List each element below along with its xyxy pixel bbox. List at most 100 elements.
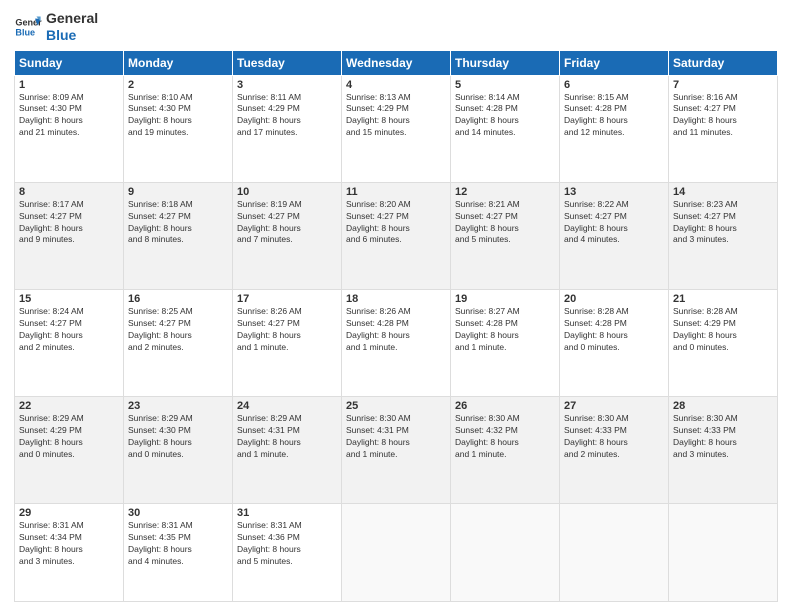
calendar-cell: 22Sunrise: 8:29 AM Sunset: 4:29 PM Dayli…: [15, 397, 124, 504]
day-info: Sunrise: 8:28 AM Sunset: 4:29 PM Dayligh…: [673, 306, 773, 354]
day-info: Sunrise: 8:25 AM Sunset: 4:27 PM Dayligh…: [128, 306, 228, 354]
day-number: 17: [237, 293, 337, 305]
calendar-cell: 28Sunrise: 8:30 AM Sunset: 4:33 PM Dayli…: [669, 397, 778, 504]
day-header-thursday: Thursday: [451, 50, 560, 75]
calendar-cell: 6Sunrise: 8:15 AM Sunset: 4:28 PM Daylig…: [560, 75, 669, 182]
day-info: Sunrise: 8:26 AM Sunset: 4:27 PM Dayligh…: [237, 306, 337, 354]
calendar-cell: 18Sunrise: 8:26 AM Sunset: 4:28 PM Dayli…: [342, 290, 451, 397]
day-info: Sunrise: 8:26 AM Sunset: 4:28 PM Dayligh…: [346, 306, 446, 354]
calendar-cell: 30Sunrise: 8:31 AM Sunset: 4:35 PM Dayli…: [124, 504, 233, 602]
day-number: 7: [673, 79, 773, 91]
calendar-cell: 1Sunrise: 8:09 AM Sunset: 4:30 PM Daylig…: [15, 75, 124, 182]
day-info: Sunrise: 8:29 AM Sunset: 4:29 PM Dayligh…: [19, 413, 119, 461]
calendar-cell: [669, 504, 778, 602]
day-number: 13: [564, 186, 664, 198]
calendar-cell: 15Sunrise: 8:24 AM Sunset: 4:27 PM Dayli…: [15, 290, 124, 397]
calendar-cell: 26Sunrise: 8:30 AM Sunset: 4:32 PM Dayli…: [451, 397, 560, 504]
day-header-wednesday: Wednesday: [342, 50, 451, 75]
calendar-cell: 29Sunrise: 8:31 AM Sunset: 4:34 PM Dayli…: [15, 504, 124, 602]
day-header-friday: Friday: [560, 50, 669, 75]
day-number: 5: [455, 79, 555, 91]
day-number: 12: [455, 186, 555, 198]
logo: General Blue General Blue: [14, 10, 98, 44]
day-info: Sunrise: 8:17 AM Sunset: 4:27 PM Dayligh…: [19, 199, 119, 247]
page: General Blue General Blue SundayMondayTu…: [0, 0, 792, 612]
calendar-cell: 31Sunrise: 8:31 AM Sunset: 4:36 PM Dayli…: [233, 504, 342, 602]
day-number: 27: [564, 400, 664, 412]
calendar-cell: 10Sunrise: 8:19 AM Sunset: 4:27 PM Dayli…: [233, 182, 342, 289]
calendar-cell: 23Sunrise: 8:29 AM Sunset: 4:30 PM Dayli…: [124, 397, 233, 504]
day-number: 14: [673, 186, 773, 198]
day-number: 28: [673, 400, 773, 412]
day-number: 10: [237, 186, 337, 198]
calendar-cell: [451, 504, 560, 602]
day-info: Sunrise: 8:15 AM Sunset: 4:28 PM Dayligh…: [564, 92, 664, 140]
day-header-tuesday: Tuesday: [233, 50, 342, 75]
day-info: Sunrise: 8:30 AM Sunset: 4:32 PM Dayligh…: [455, 413, 555, 461]
day-info: Sunrise: 8:09 AM Sunset: 4:30 PM Dayligh…: [19, 92, 119, 140]
day-info: Sunrise: 8:11 AM Sunset: 4:29 PM Dayligh…: [237, 92, 337, 140]
calendar-cell: 5Sunrise: 8:14 AM Sunset: 4:28 PM Daylig…: [451, 75, 560, 182]
header: General Blue General Blue: [14, 10, 778, 44]
day-number: 29: [19, 507, 119, 519]
day-info: Sunrise: 8:20 AM Sunset: 4:27 PM Dayligh…: [346, 199, 446, 247]
day-number: 6: [564, 79, 664, 91]
day-info: Sunrise: 8:21 AM Sunset: 4:27 PM Dayligh…: [455, 199, 555, 247]
day-info: Sunrise: 8:31 AM Sunset: 4:34 PM Dayligh…: [19, 520, 119, 568]
day-number: 2: [128, 79, 228, 91]
calendar-cell: 11Sunrise: 8:20 AM Sunset: 4:27 PM Dayli…: [342, 182, 451, 289]
day-info: Sunrise: 8:31 AM Sunset: 4:36 PM Dayligh…: [237, 520, 337, 568]
day-info: Sunrise: 8:31 AM Sunset: 4:35 PM Dayligh…: [128, 520, 228, 568]
day-number: 30: [128, 507, 228, 519]
day-number: 18: [346, 293, 446, 305]
calendar-cell: 12Sunrise: 8:21 AM Sunset: 4:27 PM Dayli…: [451, 182, 560, 289]
calendar-cell: 21Sunrise: 8:28 AM Sunset: 4:29 PM Dayli…: [669, 290, 778, 397]
day-info: Sunrise: 8:14 AM Sunset: 4:28 PM Dayligh…: [455, 92, 555, 140]
calendar: SundayMondayTuesdayWednesdayThursdayFrid…: [14, 50, 778, 602]
day-number: 11: [346, 186, 446, 198]
day-header-sunday: Sunday: [15, 50, 124, 75]
day-number: 8: [19, 186, 119, 198]
day-header-monday: Monday: [124, 50, 233, 75]
day-info: Sunrise: 8:30 AM Sunset: 4:33 PM Dayligh…: [673, 413, 773, 461]
day-number: 20: [564, 293, 664, 305]
calendar-cell: 20Sunrise: 8:28 AM Sunset: 4:28 PM Dayli…: [560, 290, 669, 397]
calendar-cell: [342, 504, 451, 602]
day-number: 16: [128, 293, 228, 305]
calendar-cell: 27Sunrise: 8:30 AM Sunset: 4:33 PM Dayli…: [560, 397, 669, 504]
day-number: 19: [455, 293, 555, 305]
calendar-cell: 9Sunrise: 8:18 AM Sunset: 4:27 PM Daylig…: [124, 182, 233, 289]
day-info: Sunrise: 8:28 AM Sunset: 4:28 PM Dayligh…: [564, 306, 664, 354]
day-number: 22: [19, 400, 119, 412]
day-header-saturday: Saturday: [669, 50, 778, 75]
day-info: Sunrise: 8:23 AM Sunset: 4:27 PM Dayligh…: [673, 199, 773, 247]
day-number: 4: [346, 79, 446, 91]
day-info: Sunrise: 8:13 AM Sunset: 4:29 PM Dayligh…: [346, 92, 446, 140]
day-number: 15: [19, 293, 119, 305]
calendar-cell: 7Sunrise: 8:16 AM Sunset: 4:27 PM Daylig…: [669, 75, 778, 182]
calendar-cell: 24Sunrise: 8:29 AM Sunset: 4:31 PM Dayli…: [233, 397, 342, 504]
day-number: 25: [346, 400, 446, 412]
day-info: Sunrise: 8:30 AM Sunset: 4:31 PM Dayligh…: [346, 413, 446, 461]
day-number: 1: [19, 79, 119, 91]
day-info: Sunrise: 8:16 AM Sunset: 4:27 PM Dayligh…: [673, 92, 773, 140]
logo-text: General Blue: [46, 10, 98, 44]
day-number: 24: [237, 400, 337, 412]
calendar-cell: 19Sunrise: 8:27 AM Sunset: 4:28 PM Dayli…: [451, 290, 560, 397]
day-info: Sunrise: 8:10 AM Sunset: 4:30 PM Dayligh…: [128, 92, 228, 140]
calendar-cell: 4Sunrise: 8:13 AM Sunset: 4:29 PM Daylig…: [342, 75, 451, 182]
day-info: Sunrise: 8:24 AM Sunset: 4:27 PM Dayligh…: [19, 306, 119, 354]
svg-text:Blue: Blue: [15, 27, 35, 37]
day-number: 31: [237, 507, 337, 519]
calendar-cell: 2Sunrise: 8:10 AM Sunset: 4:30 PM Daylig…: [124, 75, 233, 182]
calendar-cell: 8Sunrise: 8:17 AM Sunset: 4:27 PM Daylig…: [15, 182, 124, 289]
day-number: 26: [455, 400, 555, 412]
day-number: 23: [128, 400, 228, 412]
calendar-cell: 16Sunrise: 8:25 AM Sunset: 4:27 PM Dayli…: [124, 290, 233, 397]
calendar-cell: 3Sunrise: 8:11 AM Sunset: 4:29 PM Daylig…: [233, 75, 342, 182]
calendar-cell: [560, 504, 669, 602]
day-info: Sunrise: 8:30 AM Sunset: 4:33 PM Dayligh…: [564, 413, 664, 461]
calendar-cell: 13Sunrise: 8:22 AM Sunset: 4:27 PM Dayli…: [560, 182, 669, 289]
day-info: Sunrise: 8:22 AM Sunset: 4:27 PM Dayligh…: [564, 199, 664, 247]
calendar-cell: 25Sunrise: 8:30 AM Sunset: 4:31 PM Dayli…: [342, 397, 451, 504]
